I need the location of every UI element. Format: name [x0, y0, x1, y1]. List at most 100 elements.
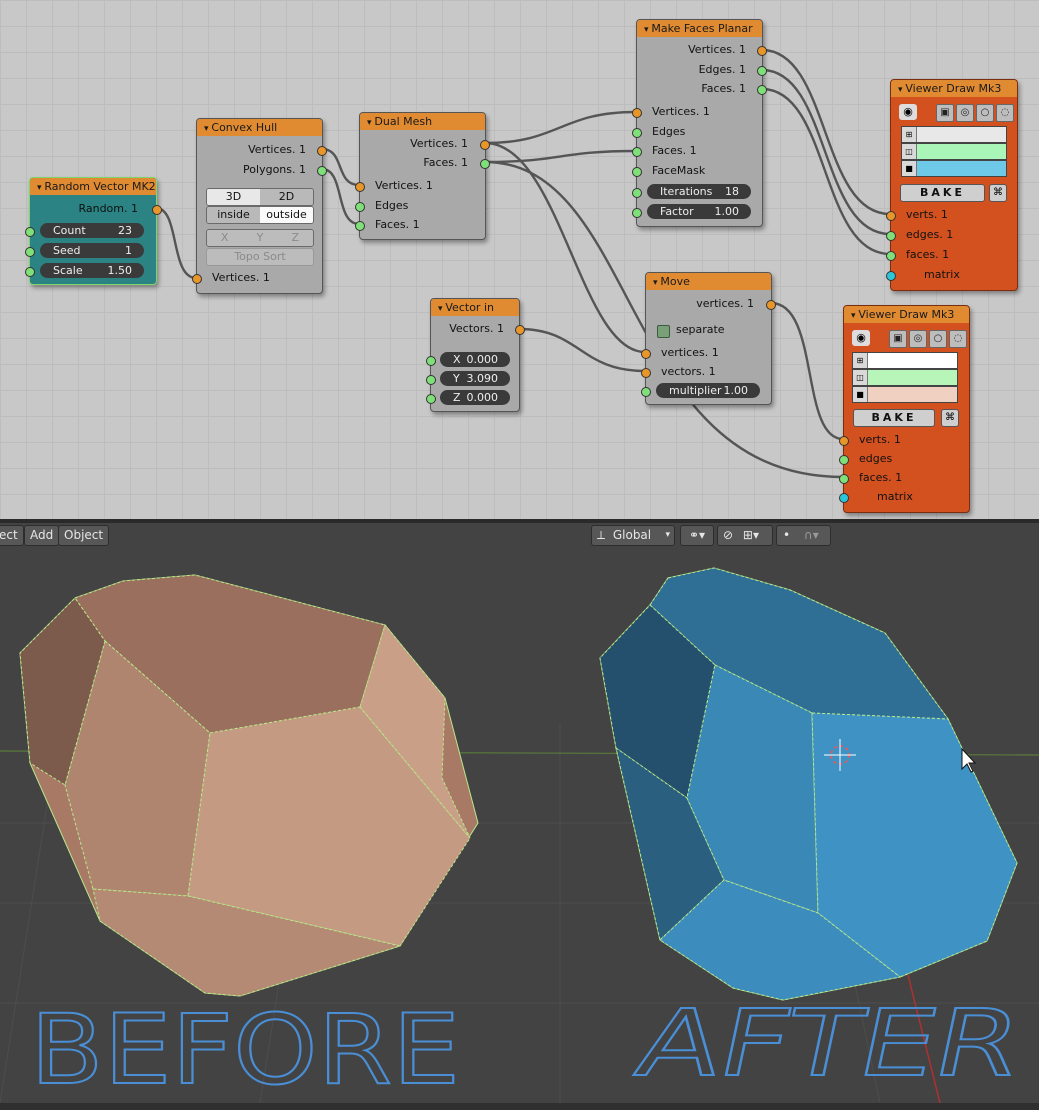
socket-scale[interactable]: [25, 267, 35, 277]
socket-edges-in[interactable]: [355, 202, 365, 212]
edge-color-swatch[interactable]: ◫: [852, 369, 958, 386]
bake-options-icon[interactable]: ⌘: [989, 184, 1007, 202]
node-make-faces-planar[interactable]: Make Faces Planar Vertices. 1 Edges. 1 F…: [632, 19, 767, 227]
y-field[interactable]: Y 3.090: [440, 371, 510, 386]
multiplier-field[interactable]: multiplier 1.00: [656, 383, 760, 398]
eye-icon[interactable]: ◉: [899, 104, 917, 120]
socket-count[interactable]: [25, 227, 35, 237]
axis-z-button[interactable]: Z: [277, 230, 313, 246]
node-viewer-draw-1[interactable]: Viewer Draw Mk3 ◉ ▣ ◎ ○ ◌ ⊞ ◫ ■ BAKE ⌘ v…: [886, 79, 1018, 291]
node-editor[interactable]: Random Vector MK2 Random. 1 Count 23 Seed…: [0, 0, 1039, 519]
edge-mode-icon[interactable]: ◎: [956, 104, 974, 122]
face-mode-icon[interactable]: ○: [976, 104, 994, 122]
vert-color-swatch[interactable]: ⊞: [901, 126, 1007, 143]
shade-mode-icon[interactable]: ◌: [949, 330, 967, 348]
socket-matrix-in[interactable]: [839, 493, 849, 503]
socket-vertices-in[interactable]: [641, 349, 651, 359]
socket-faces-in[interactable]: [839, 474, 849, 484]
node-random-vector[interactable]: Random Vector MK2 Random. 1 Count 23 Seed…: [25, 177, 162, 285]
socket-matrix-in[interactable]: [886, 271, 896, 281]
socket-vectors-out[interactable]: [515, 325, 525, 335]
3d-viewport[interactable]: BEFORE AFTER ect Add Object ⟂ Global ▾ ⚭…: [0, 523, 1039, 1103]
x-field[interactable]: X 0.000: [440, 352, 510, 367]
side-inside-button[interactable]: inside: [207, 207, 260, 223]
node-convex-hull[interactable]: Convex Hull Vertices. 1 Polygons. 1 3D 2…: [192, 118, 327, 294]
mode-2d-button[interactable]: 2D: [260, 189, 313, 205]
socket-faces-in[interactable]: [355, 221, 365, 231]
socket-vertices-out[interactable]: [757, 46, 767, 56]
socket-vectors-in[interactable]: [641, 368, 651, 378]
vertex-mode-icon[interactable]: ▣: [889, 330, 907, 348]
snap-element-icon[interactable]: ⊞▾: [737, 528, 759, 542]
factor-field[interactable]: Factor 1.00: [647, 204, 751, 219]
snap-group[interactable]: ⊘ ⊞▾: [717, 525, 773, 546]
socket-edges-in[interactable]: [886, 231, 896, 241]
shade-mode-icon[interactable]: ◌: [996, 104, 1014, 122]
socket-seed[interactable]: [25, 247, 35, 257]
select-menu[interactable]: ect: [0, 525, 24, 546]
proportional-toggle-icon[interactable]: •: [777, 528, 790, 542]
face-mode-icon[interactable]: ○: [929, 330, 947, 348]
pivot-select[interactable]: ⚭▾: [680, 525, 714, 546]
socket-z[interactable]: [426, 394, 436, 404]
seed-field[interactable]: Seed 1: [40, 243, 144, 258]
iterations-field[interactable]: Iterations 18: [647, 184, 751, 199]
object-menu[interactable]: Object: [58, 525, 110, 546]
mode-3d-button[interactable]: 3D: [207, 189, 260, 205]
socket-vertices-in[interactable]: [192, 274, 202, 284]
falloff-icon[interactable]: ∩▾: [794, 528, 819, 542]
socket-facemask-in[interactable]: [632, 167, 642, 177]
node-viewer-draw-2[interactable]: Viewer Draw Mk3 ◉ ▣ ◎ ○ ◌ ⊞ ◫ ■ BAKE ⌘ v…: [839, 305, 970, 513]
edge-mode-icon[interactable]: ◎: [909, 330, 927, 348]
socket-factor[interactable]: [632, 208, 642, 218]
node-dual-mesh[interactable]: Dual Mesh Vertices. 1 Faces. 1 Vertices.…: [355, 112, 490, 240]
orientation-select[interactable]: ⟂ Global ▾: [591, 525, 675, 546]
edge-color-swatch[interactable]: ◫: [901, 143, 1007, 160]
vert-color-swatch[interactable]: ⊞: [852, 352, 958, 369]
socket-faces-out[interactable]: [480, 159, 490, 169]
bake-button[interactable]: BAKE: [900, 184, 985, 202]
side-toggle[interactable]: inside outside: [206, 206, 314, 224]
socket-vertices-out[interactable]: [317, 146, 327, 156]
count-field[interactable]: Count 23: [40, 223, 144, 238]
node-vector-in[interactable]: Vector in Vectors. 1 X 0.000 Y 3.090 Z 0.00…: [426, 298, 525, 412]
snap-toggle-icon[interactable]: ⊘: [718, 528, 733, 542]
socket-vertices-out[interactable]: [480, 140, 490, 150]
socket-edges-out[interactable]: [757, 66, 767, 76]
socket-y[interactable]: [426, 375, 436, 385]
socket-multiplier[interactable]: [641, 387, 651, 397]
topo-sort-button[interactable]: Topo Sort: [206, 248, 314, 266]
socket-edges-in[interactable]: [839, 455, 849, 465]
side-outside-button[interactable]: outside: [260, 207, 313, 223]
face-color-swatch[interactable]: ■: [852, 386, 958, 403]
mode-toggle[interactable]: 3D 2D: [206, 188, 314, 206]
socket-x[interactable]: [426, 356, 436, 366]
socket-vertices-out[interactable]: [766, 300, 776, 310]
display-mode-buttons[interactable]: ▣ ◎ ○ ◌: [889, 330, 967, 348]
socket-verts-in[interactable]: [886, 211, 896, 221]
axis-y-button[interactable]: Y: [242, 230, 278, 246]
socket-iterations[interactable]: [632, 188, 642, 198]
socket-faces-in[interactable]: [632, 147, 642, 157]
socket-polygons-out[interactable]: [317, 166, 327, 176]
socket-vertices-in[interactable]: [355, 182, 365, 192]
socket-faces-out[interactable]: [757, 85, 767, 95]
socket-random-out[interactable]: [152, 205, 162, 215]
axis-toggle[interactable]: X Y Z: [206, 229, 314, 247]
eye-icon[interactable]: ◉: [852, 330, 870, 346]
separate-checkbox[interactable]: [657, 325, 670, 338]
bake-options-icon[interactable]: ⌘: [941, 409, 959, 427]
face-color-swatch[interactable]: ■: [901, 160, 1007, 177]
z-field[interactable]: Z 0.000: [440, 390, 510, 405]
socket-edges-in[interactable]: [632, 128, 642, 138]
socket-faces-in[interactable]: [886, 251, 896, 261]
axis-x-button[interactable]: X: [207, 230, 243, 246]
socket-vertices-in[interactable]: [632, 108, 642, 118]
bake-button[interactable]: BAKE: [853, 409, 935, 427]
proportional-group[interactable]: • ∩▾: [776, 525, 831, 546]
socket-verts-in[interactable]: [839, 436, 849, 446]
vertex-mode-icon[interactable]: ▣: [936, 104, 954, 122]
scale-field[interactable]: Scale 1.50: [40, 263, 144, 278]
add-menu[interactable]: Add: [24, 525, 60, 546]
display-mode-buttons[interactable]: ▣ ◎ ○ ◌: [936, 104, 1014, 122]
